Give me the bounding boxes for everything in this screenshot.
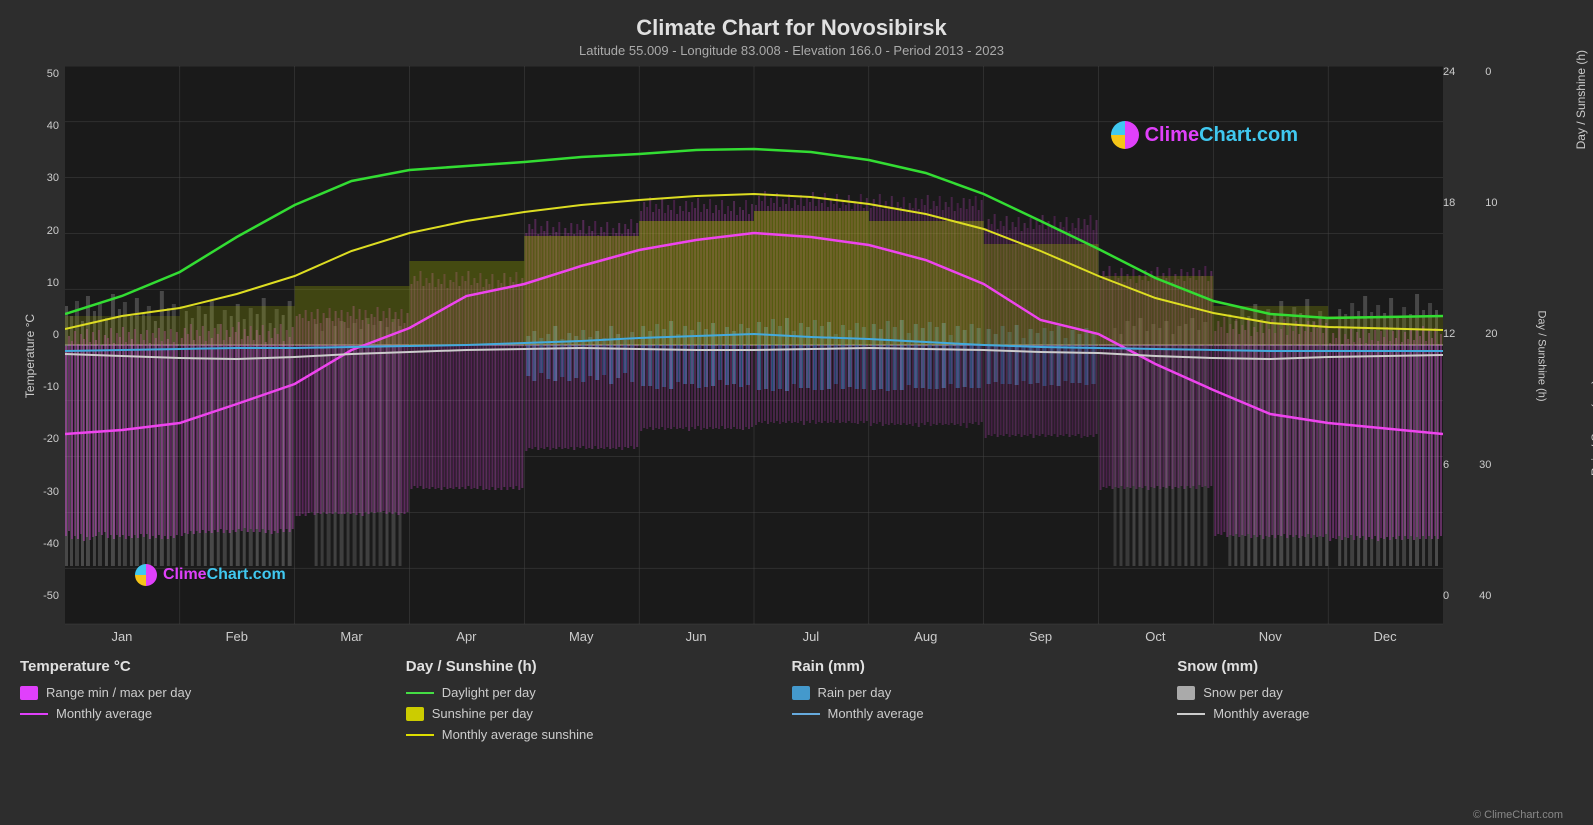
rain-tick-20: 20 [1485, 328, 1497, 340]
legend-item-temp-avg: Monthly average [20, 706, 406, 721]
legend-item-sunshine-avg: Monthly average sunshine [406, 727, 792, 742]
legend-col-sunshine-title: Day / Sunshine (h) [406, 658, 792, 675]
rain-tick-0a: 0 [1485, 66, 1491, 78]
y-tick-neg30: -30 [43, 486, 59, 498]
svg-text:Dec: Dec [1374, 629, 1398, 644]
legend-col-sunshine: Day / Sunshine (h) Daylight per day Suns… [406, 658, 792, 742]
watermark-text-bl: ClimeChart.com [163, 566, 286, 584]
legend-temp-range-label: Range min / max per day [46, 685, 191, 700]
sunshine-tick-0: 0 [1443, 590, 1449, 602]
svg-text:Nov: Nov [1259, 629, 1283, 644]
y-axis-right-label1: Day / Sunshine (h) [1533, 310, 1551, 401]
sunshine-tick-24: 24 [1443, 66, 1455, 78]
legend-item-temp-range: Range min / max per day [20, 685, 406, 700]
temp-avg-line-swatch [20, 713, 48, 715]
temp-range-swatch [20, 686, 38, 700]
legend-rain-avg-label: Monthly average [828, 706, 924, 721]
legend-sunshine-avg-label: Monthly average sunshine [442, 727, 594, 742]
legend-col-temperature: Temperature °C Range min / max per day M… [20, 658, 406, 742]
chart-subtitle: Latitude 55.009 - Longitude 83.008 - Ele… [10, 43, 1573, 58]
svg-text:May: May [569, 629, 594, 644]
svg-text:Sep: Sep [1029, 629, 1052, 644]
svg-text:Jun: Jun [686, 629, 707, 644]
y-tick-30: 30 [47, 172, 59, 184]
y-tick-neg20: -20 [43, 433, 59, 445]
y-tick-neg10: -10 [43, 381, 59, 393]
copyright-text: © ClimeChart.com [1473, 809, 1563, 821]
sunshine-avg-line-swatch [406, 734, 434, 736]
right-axis-rain-label: Rain / Snow (mm) [1589, 380, 1593, 476]
legend-snow-perday-label: Snow per day [1203, 685, 1283, 700]
watermark-bottom-left: ClimeChart.com [135, 564, 286, 586]
rain-tick-40: 40 [1479, 590, 1491, 602]
legend-temp-avg-label: Monthly average [56, 706, 152, 721]
logo-icon-small [135, 564, 157, 586]
y-tick-0: 0 [53, 329, 59, 341]
y-axis-left: Temperature °C 50 40 30 20 10 0 -10 -20 … [10, 66, 65, 646]
legend-snow-avg-label: Monthly average [1213, 706, 1309, 721]
rain-tick-30: 30 [1479, 459, 1491, 471]
svg-text:Jan: Jan [111, 629, 132, 644]
sunshine-tick-12: 12 [1443, 328, 1455, 340]
legend-item-snow-avg: Monthly average [1177, 706, 1563, 721]
chart-area: Temperature °C 50 40 30 20 10 0 -10 -20 … [10, 66, 1573, 646]
rain-tick-10: 10 [1485, 197, 1497, 209]
y-tick-20: 20 [47, 225, 59, 237]
watermark-top-right: ClimeChart.com [1111, 121, 1298, 149]
y-tick-neg40: -40 [43, 538, 59, 550]
legend-item-snow-per-day: Snow per day [1177, 685, 1563, 700]
y-tick-40: 40 [47, 120, 59, 132]
legend-col-snow-title: Snow (mm) [1177, 658, 1563, 675]
svg-text:Feb: Feb [226, 629, 248, 644]
right-axis-sunshine-label: Day / Sunshine (h) [1574, 50, 1588, 149]
y-tick-neg50: -50 [43, 590, 59, 602]
logo-icon-large [1111, 121, 1139, 149]
legend-daylight-label: Daylight per day [442, 685, 536, 700]
legend-col-temp-title: Temperature °C [20, 658, 406, 675]
svg-text:Aug: Aug [914, 629, 937, 644]
legend-col-snow: Snow (mm) Snow per day Monthly average [1177, 658, 1563, 742]
svg-text:Apr: Apr [456, 629, 477, 644]
svg-text:Jul: Jul [803, 629, 820, 644]
legend-item-rain-avg: Monthly average [792, 706, 1178, 721]
legend-item-rain-per-day: Rain per day [792, 685, 1178, 700]
y-tick-50: 50 [47, 68, 59, 80]
snow-avg-line-swatch [1177, 713, 1205, 715]
chart-svg: Jan Feb Mar Apr May Jun Jul Aug Sep Oct … [65, 66, 1443, 646]
svg-text:Oct: Oct [1145, 629, 1166, 644]
legend-col-rain: Rain (mm) Rain per day Monthly average [792, 658, 1178, 742]
legend-item-sunshine-per-day: Sunshine per day [406, 706, 792, 721]
sunshine-tick-6: 6 [1443, 459, 1449, 471]
y-tick-10: 10 [47, 277, 59, 289]
y-axis-right: 24 0 18 10 12 20 6 30 0 40 [1443, 66, 1573, 646]
svg-text:Mar: Mar [340, 629, 363, 644]
legend-area: Temperature °C Range min / max per day M… [10, 658, 1573, 742]
main-chart: Jan Feb Mar Apr May Jun Jul Aug Sep Oct … [65, 66, 1443, 646]
sunshine-tick-18: 18 [1443, 197, 1455, 209]
daylight-line-swatch [406, 692, 434, 694]
rain-avg-line-swatch [792, 713, 820, 715]
legend-sunshine-perday-label: Sunshine per day [432, 706, 533, 721]
legend-col-rain-title: Rain (mm) [792, 658, 1178, 675]
watermark-text-tr: ClimeChart.com [1145, 124, 1298, 147]
legend-item-daylight: Daylight per day [406, 685, 792, 700]
snow-per-day-swatch [1177, 686, 1195, 700]
legend-rain-perday-label: Rain per day [818, 685, 892, 700]
sunshine-per-day-swatch [406, 707, 424, 721]
y-axis-left-label: Temperature °C [23, 314, 37, 398]
rain-per-day-swatch [792, 686, 810, 700]
chart-container: Climate Chart for Novosibirsk Latitude 5… [0, 0, 1593, 825]
chart-title: Climate Chart for Novosibirsk [10, 15, 1573, 41]
